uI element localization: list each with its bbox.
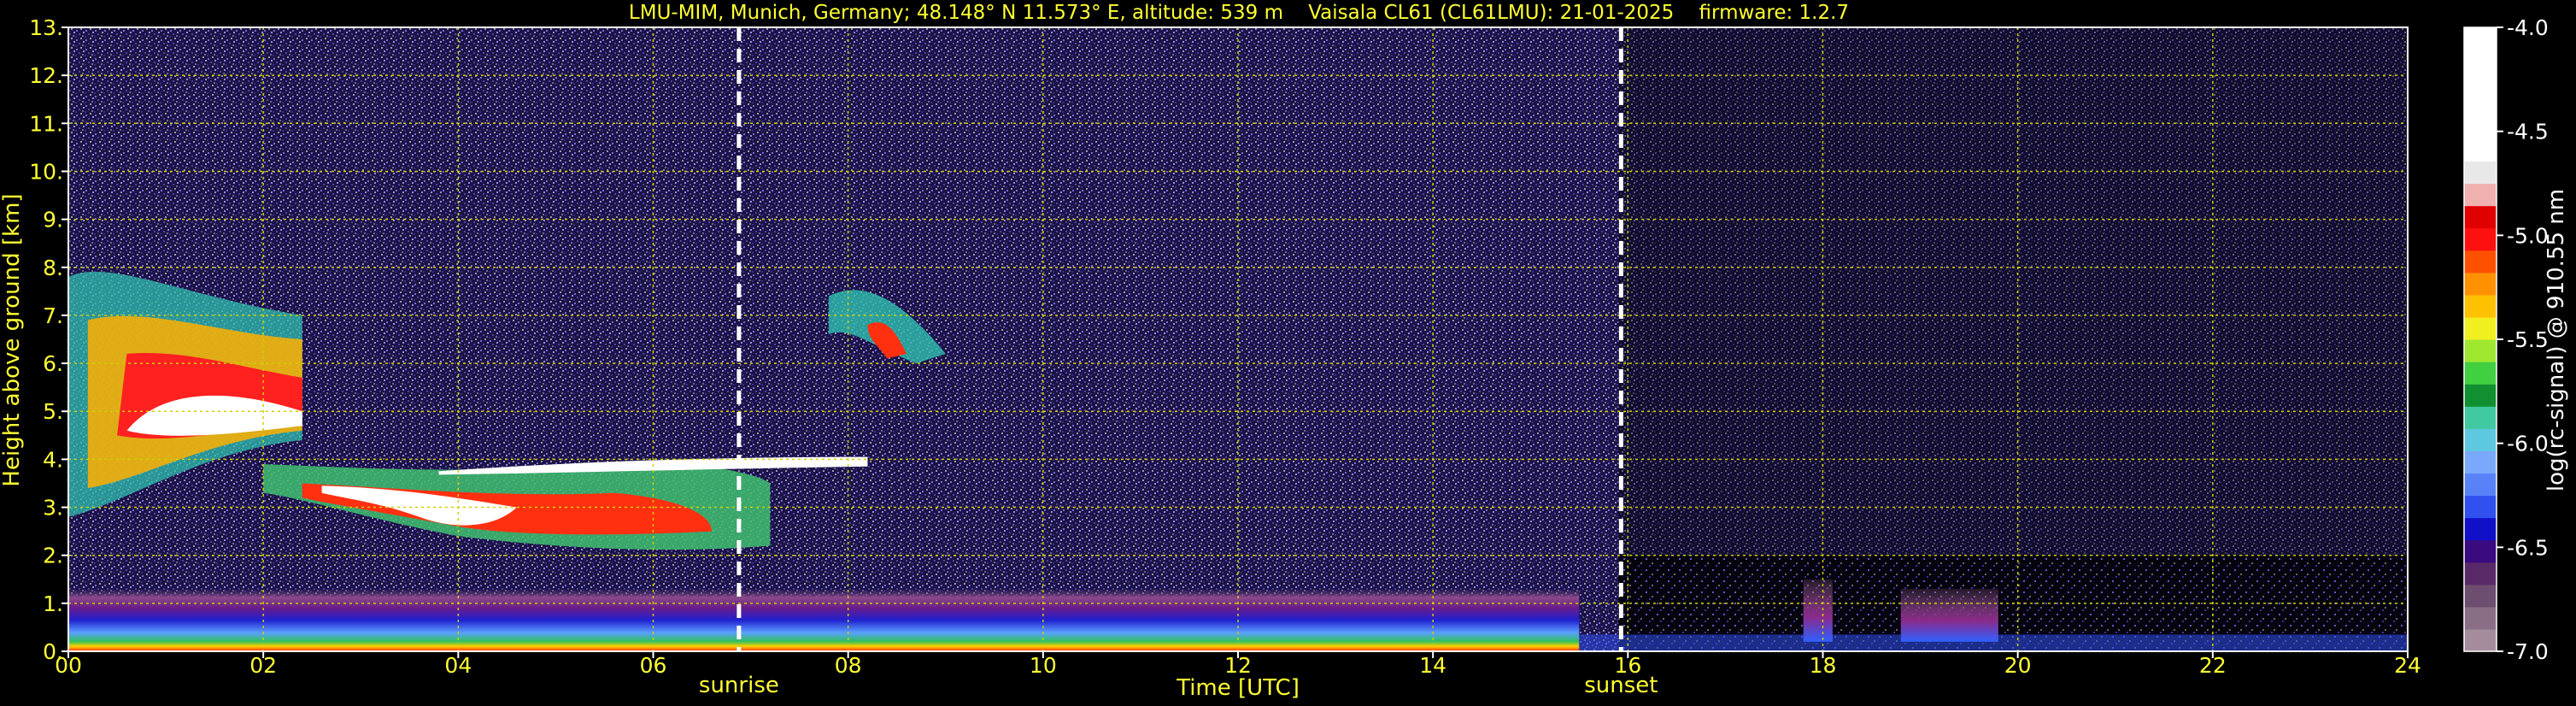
x-tick-label: 06 [640, 653, 667, 678]
y-tick-label: 4. [43, 447, 63, 472]
colorbar-segment [2464, 384, 2497, 407]
colorbar-segment [2464, 94, 2497, 117]
colorbar-segment [2464, 50, 2497, 73]
colorbar-segment [2464, 473, 2497, 497]
y-tick-label: 5. [43, 399, 63, 424]
lidar-figure: sunrise sunset 00 02 04 06 08 10 12 14 16 18 20 22 24… [0, 2, 2569, 701]
x-axis-label: Time [UTC] [1176, 675, 1300, 701]
x-tick-label: 10 [1030, 653, 1057, 678]
colorbar-segment [2464, 339, 2497, 362]
colorbar-tick-label: -6.0 [2507, 432, 2549, 456]
y-tick-label: 10. [29, 159, 63, 184]
colorbar-segment [2464, 27, 2497, 50]
colorbar-segment [2464, 584, 2497, 608]
colorbar-segment [2464, 138, 2497, 162]
y-tick-label: 6. [43, 351, 63, 376]
colorbar-segment [2464, 495, 2497, 519]
colorbar-segment [2464, 272, 2497, 296]
y-tick-label: 13. [29, 15, 63, 40]
y-axis-label: Height above ground [km] [0, 193, 25, 486]
y-tick-label: 11. [29, 111, 63, 136]
colorbar-segment [2464, 606, 2497, 630]
colorbar-segment [2464, 362, 2497, 385]
y-tick-label: 9. [43, 208, 63, 232]
x-tick-label: 16 [1614, 653, 1641, 678]
colorbar-segment [2464, 539, 2497, 563]
y-tick-label: 7. [43, 303, 63, 328]
colorbar-segment [2464, 562, 2497, 585]
colorbar-segment [2464, 250, 2497, 274]
colorbar-segment [2464, 72, 2497, 95]
colorbar-segment [2464, 517, 2497, 541]
chart-title: LMU-MIM, Munich, Germany; 48.148° N 11.5… [629, 2, 1849, 24]
x-tick-label: 22 [2199, 653, 2227, 678]
colorbar-segment [2464, 628, 2497, 652]
colorbar-segment [2464, 406, 2497, 429]
night-dim-region [1617, 27, 2408, 556]
aerosol-plume-1 [1803, 579, 1833, 642]
colorbar-segment [2464, 205, 2497, 229]
y-tick-label: 3. [43, 496, 63, 521]
x-tick-label: 14 [1419, 653, 1446, 678]
colorbar-segment [2464, 227, 2497, 251]
y-tick-label: 12. [29, 63, 63, 88]
colorbar-segment [2464, 316, 2497, 340]
colorbar-segment [2464, 183, 2497, 207]
x-tick-label: 18 [1810, 653, 1837, 678]
colorbar-segment [2464, 294, 2497, 318]
x-tick-label: 02 [249, 653, 277, 678]
colorbar-tick-label: -6.5 [2507, 535, 2549, 560]
colorbar: -4.0 -4.5 -5.0 -5.5 -6.0 -6.5 -7.0 [2463, 15, 2549, 664]
sunrise-label: sunrise [699, 673, 779, 698]
colorbar-tick-label: -5.5 [2507, 327, 2549, 352]
y-tick-label: 1. [43, 591, 63, 616]
colorbar-tick-label: -7.0 [2507, 639, 2549, 664]
colorbar-tick-label: -4.5 [2507, 120, 2549, 144]
x-tick-label: 24 [2394, 653, 2421, 678]
boundary-layer-band [68, 589, 1580, 651]
x-tick-label: 12 [1224, 653, 1252, 678]
aerosol-plume-2 [1900, 589, 1998, 642]
x-tick-label: 08 [835, 653, 862, 678]
colorbar-segment [2464, 428, 2497, 451]
y-tick-label: 2. [43, 544, 63, 568]
colorbar-segment [2464, 450, 2497, 474]
x-tick-label: 04 [444, 653, 472, 678]
colorbar-tick-label: -4.0 [2507, 15, 2549, 40]
colorbar-segment [2464, 116, 2497, 139]
colorbar-tick-label: -5.0 [2507, 223, 2549, 248]
y-tick-label: 0. [43, 639, 63, 664]
colorbar-label: log(rc-signal) @ 910.55 nm [2544, 189, 2569, 491]
colorbar-segment [2464, 161, 2497, 185]
x-tick-label: 20 [2004, 653, 2032, 678]
y-tick-label: 8. [43, 256, 63, 280]
